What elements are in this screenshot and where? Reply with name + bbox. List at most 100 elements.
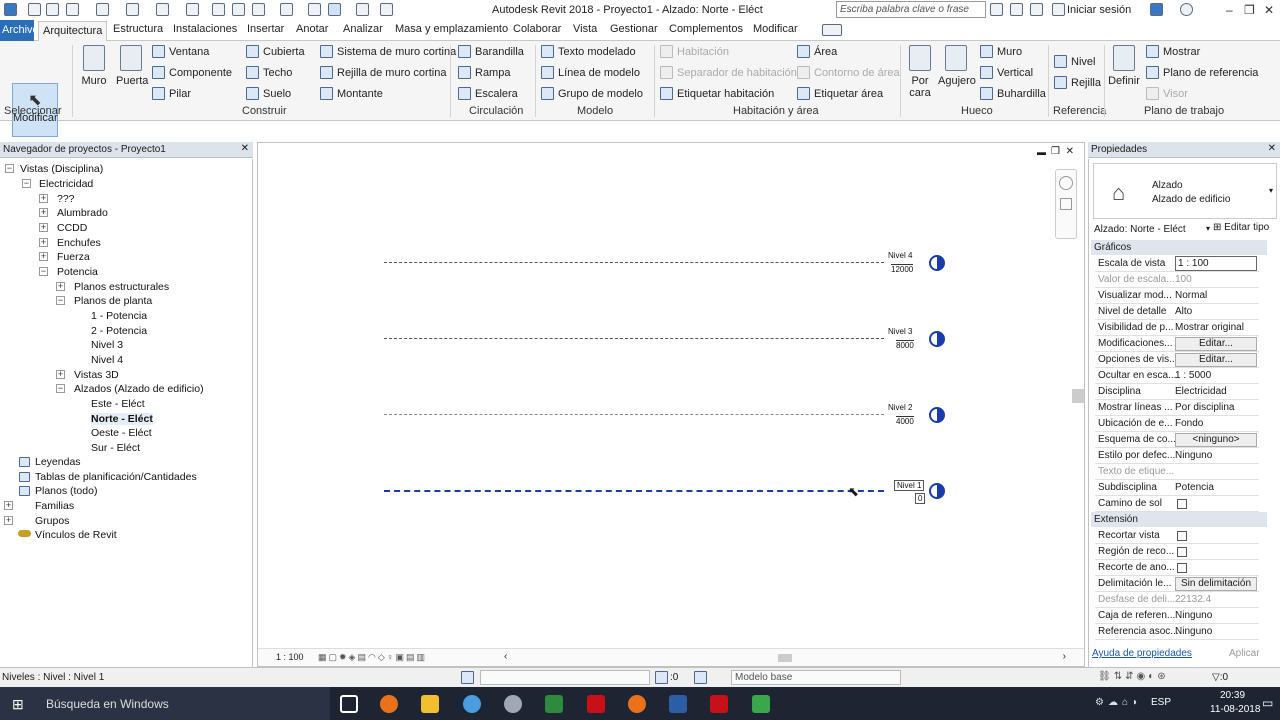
sistema-muro-button[interactable]: Sistema de muro cortina [320, 45, 456, 58]
close-window-button[interactable]: ✕ [1264, 3, 1274, 17]
horizontal-scrollbar[interactable] [778, 654, 792, 662]
windows-search[interactable]: Búsqueda en Windows [0, 687, 330, 720]
prop-row[interactable]: Subdisciplina Potencia [1095, 480, 1259, 496]
tab-arquitectura[interactable]: Arquitectura [38, 21, 108, 42]
drawing-area[interactable]: ▬ ❐ ✕ Nivel 4 12000 Nivel 3 8000 Nivel 2… [257, 142, 1085, 667]
prop-row[interactable]: Esquema de co... <ninguno> [1095, 432, 1259, 448]
nivel-button[interactable]: Nivel [1054, 55, 1095, 68]
tab-vista[interactable]: Vista [573, 23, 597, 35]
level-line[interactable] [384, 262, 884, 263]
tree-node[interactable]: Enchufes [57, 237, 101, 249]
chrome-icon[interactable] [463, 695, 481, 713]
file-explorer-icon[interactable] [421, 695, 439, 713]
rejilla-muro-button[interactable]: Rejilla de muro cortina [320, 66, 446, 79]
firefox-icon[interactable] [628, 695, 646, 713]
section-extension[interactable]: Extensión [1091, 512, 1267, 527]
level-elevation[interactable]: 12000 [891, 264, 914, 274]
tree-node[interactable]: Oeste - Eléct [91, 427, 152, 439]
prop-value-input[interactable]: 1 : 100 [1175, 256, 1257, 271]
revit-logo-icon[interactable] [4, 3, 17, 16]
view-controls-icons[interactable]: ▦▢✹◈▤◠◇♀▣▤▥ [318, 652, 427, 663]
level-name-selected[interactable]: Nivel 1 [894, 480, 925, 491]
scroll-right-icon[interactable]: › [1063, 651, 1066, 662]
prop-value[interactable]: 1 : 5000 [1175, 370, 1257, 381]
visor-button[interactable]: Visor [1146, 87, 1188, 100]
techo-button[interactable]: Techo [246, 66, 292, 79]
level-elevation-selected[interactable]: 0 [915, 493, 926, 504]
checkbox[interactable] [1177, 563, 1187, 573]
restore-view-icon[interactable]: ❐ [1051, 146, 1060, 157]
level-line[interactable] [384, 414, 884, 415]
tree-node[interactable]: Leyendas [35, 456, 81, 468]
redo-icon[interactable] [126, 3, 139, 16]
ribbon-toggle-icon[interactable] [822, 24, 842, 36]
binoculars-icon[interactable] [990, 3, 1003, 16]
apply-button[interactable]: Aplicar [1229, 648, 1260, 659]
separador-button[interactable]: Separador de habitación [660, 66, 797, 79]
navigation-bar[interactable] [1055, 169, 1077, 239]
tab-instalaciones[interactable]: Instalaciones [173, 23, 237, 35]
edit-type-button[interactable]: ⊞ Editar tipo [1213, 222, 1269, 233]
tree-node[interactable]: Vínculos de Revit [35, 529, 117, 541]
level-name[interactable]: Nivel 2 [888, 403, 912, 412]
properties-help-link[interactable]: Ayuda de propiedades [1092, 648, 1192, 659]
vertical-scrollbar[interactable] [1072, 389, 1084, 403]
expand-icon[interactable]: + [56, 282, 65, 291]
scroll-left-icon[interactable]: ‹ [504, 651, 507, 662]
user-icon[interactable] [1052, 3, 1065, 16]
filter-icon[interactable]: ▽:0 [1212, 672, 1228, 683]
linea-modelo-button[interactable]: Línea de modelo [541, 66, 640, 79]
thin-lines-icon[interactable] [328, 3, 341, 16]
plano-referencia-button[interactable]: Plano de referencia [1146, 66, 1258, 79]
tree-node[interactable]: Planos estructurales [74, 281, 169, 293]
tree-node[interactable]: Tablas de planificación/Cantidades [35, 471, 197, 483]
componente-button[interactable]: Componente [152, 66, 232, 79]
tree-node[interactable]: Fuerza [57, 251, 90, 263]
tab-modificar[interactable]: Modificar [753, 23, 798, 35]
undo-icon[interactable] [96, 3, 109, 16]
prop-value[interactable]: Ninguno [1175, 610, 1257, 621]
section-graficos[interactable]: Gráficos [1091, 240, 1267, 255]
expand-icon[interactable]: + [39, 208, 48, 217]
level-head-icon[interactable] [929, 331, 945, 347]
steering-wheel-icon[interactable] [1059, 176, 1073, 190]
minimize-button[interactable]: – [1226, 3, 1233, 17]
firefox-icon[interactable] [380, 695, 398, 713]
tree-node[interactable]: 1 - Potencia [91, 310, 147, 322]
ventana-button[interactable]: Ventana [152, 45, 209, 58]
prop-row[interactable]: Camino de sol [1095, 496, 1259, 512]
tab-estructura[interactable]: Estructura [113, 23, 163, 35]
measure-icon[interactable] [186, 3, 199, 16]
tree-node[interactable]: Nivel 4 [91, 354, 123, 366]
tree-node[interactable]: Potencia [57, 266, 98, 278]
instance-selector[interactable]: Alzado: Norte - Eléct ▾ [1092, 222, 1210, 238]
level-head-icon[interactable] [929, 483, 945, 499]
open-icon[interactable] [28, 3, 41, 16]
expand-icon[interactable]: + [39, 223, 48, 232]
tray-icons[interactable]: ⚙☁⌂◗ [1095, 697, 1142, 708]
prop-row[interactable]: Caja de referen... Ninguno [1095, 608, 1259, 624]
print-icon[interactable] [156, 3, 169, 16]
agujero-button[interactable]: Agujero [938, 45, 976, 87]
mostrar-button[interactable]: Mostrar [1146, 45, 1200, 58]
zoom-icon[interactable] [1060, 198, 1072, 210]
prop-row[interactable]: Visibilidad de p... Mostrar original [1095, 320, 1259, 336]
prop-row[interactable]: Mostrar líneas ... Por disciplina [1095, 400, 1259, 416]
tab-archivo[interactable]: Archivo [0, 20, 39, 41]
level-head-icon[interactable] [929, 255, 945, 271]
tree-node[interactable]: Sur - Eléct [91, 442, 140, 454]
rejilla-button[interactable]: Rejilla [1054, 76, 1101, 89]
close-hidden-icon[interactable] [356, 3, 369, 16]
prop-value[interactable]: Mostrar original [1175, 322, 1257, 333]
3d-view-icon[interactable] [280, 3, 293, 16]
level-name[interactable]: Nivel 3 [888, 327, 912, 336]
buhardilla-button[interactable]: Buhardilla [980, 87, 1046, 100]
tree-node[interactable]: Alzados (Alzado de edificio) [74, 383, 204, 395]
expand-icon[interactable]: + [39, 252, 48, 261]
design-options-icon[interactable] [694, 671, 707, 684]
close-properties-icon[interactable]: ✕ [1268, 143, 1276, 154]
workset-dropdown[interactable] [480, 670, 650, 685]
exchange-icon[interactable] [1150, 3, 1163, 16]
expand-icon[interactable]: + [39, 238, 48, 247]
checkbox[interactable] [1177, 531, 1187, 541]
